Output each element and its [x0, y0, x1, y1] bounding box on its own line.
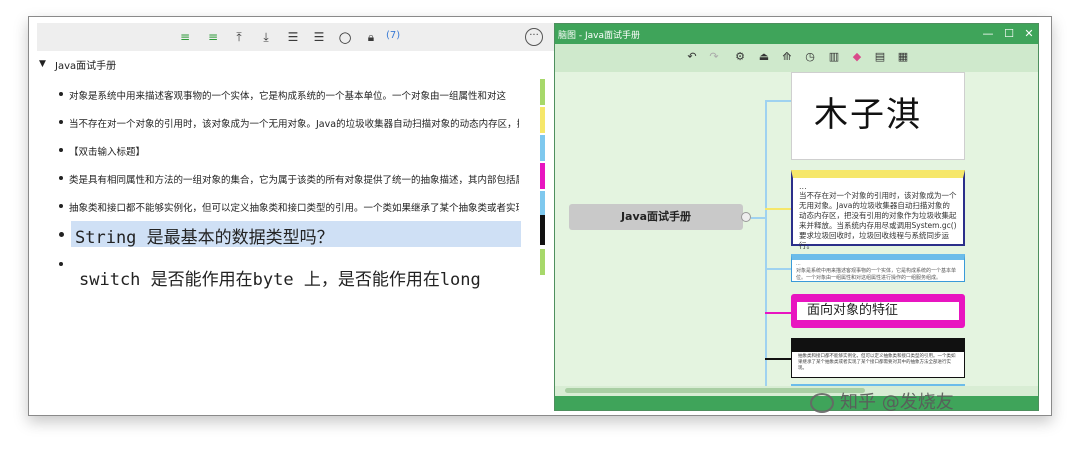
statusbar: [555, 396, 1038, 410]
wechat-icon: [810, 393, 834, 413]
color-tag: [540, 249, 545, 275]
bullet-icon[interactable]: [59, 204, 63, 208]
maximize-icon[interactable]: ☐: [1001, 26, 1017, 42]
outline-item[interactable]: 对象是系统中用来描述客观事物的一个实体，它是构成系统的一个基本单位。一个对象由一…: [55, 85, 545, 105]
close-icon[interactable]: ✕: [1021, 26, 1037, 42]
watermark-text: 知乎 @发烧友: [840, 392, 954, 413]
blue-node[interactable]: ... 对象是系统中用来描述客观事物的一个实体，它是构成系统的一个基本单位。一个…: [791, 254, 965, 282]
outline-item[interactable]: 抽象类和接口都不能够实例化，但可以定义抽象类和接口类型的引用。一个类如果继承了某…: [55, 197, 545, 217]
minimize-icon[interactable]: —: [980, 26, 996, 42]
dark-node[interactable]: 抽象类和接口都不能够实例化，但可以定义抽象类和接口类型的引用。一个类如果继承了某…: [791, 338, 965, 378]
export-icon[interactable]: ⏏: [757, 50, 771, 64]
outline-item[interactable]: 【双击输入标题】: [55, 141, 545, 161]
node-body: 对象是系统中用来描述客观事物的一个实体，它是构成系统的一个基本单位。一个对象由一…: [796, 268, 957, 281]
item-count: (7): [386, 30, 401, 41]
outline-item[interactable]: 类是具有相同属性和方法的一组对象的集合，它为属于该类的所有对象提供了统一的抽象描…: [55, 169, 545, 189]
timer-icon[interactable]: ◷: [803, 50, 817, 64]
color-tag: [540, 163, 545, 189]
outline-item[interactable]: 当不存在对一个对象的引用时，该对象成为一个无用对象。Java的垃圾收集器自动扫描…: [55, 113, 545, 133]
save-icon[interactable]: ▤: [873, 50, 887, 64]
share-icon[interactable]: ⟰: [780, 50, 794, 64]
node-title: 面向对象的特征: [797, 302, 959, 320]
color-tag: [540, 79, 545, 105]
outline-item-text[interactable]: 抽象类和接口都不能够实例化，但可以定义抽象类和接口类型的引用。一个类如果继承了某…: [69, 200, 519, 214]
collapse-knob[interactable]: [741, 212, 751, 222]
outline-item-text[interactable]: 【双击输入标题】: [69, 144, 519, 158]
outline-item[interactable]: switch 是否能作用在byte 上，是否能作用在long: [55, 255, 545, 290]
undo-icon[interactable]: ↶: [685, 50, 699, 64]
outline-item-text[interactable]: String 是最基本的数据类型吗？: [71, 221, 521, 247]
app-window: ≡ ≡ ⤒ ⤓ ☰ ☰ ○ 🔒︎ (7) ··· ▼ Java面试手册 对象是系…: [28, 16, 1052, 416]
outdent-icon[interactable]: ≡: [205, 29, 221, 45]
theme-icon[interactable]: ◆: [850, 50, 864, 64]
connector-line: [765, 358, 791, 360]
bullet-icon[interactable]: [59, 232, 64, 237]
connector-line: [765, 312, 791, 314]
lock-icon[interactable]: 🔒︎: [363, 29, 379, 45]
outline-title: Java面试手册: [55, 61, 117, 72]
window-title: 脑图 - Java面试手册: [558, 31, 640, 41]
expand-icon[interactable]: ☰: [285, 29, 301, 45]
bullet-icon[interactable]: [59, 148, 63, 152]
outline-item-text[interactable]: 对象是系统中用来描述客观事物的一个实体，它是构成系统的一个基本单位。一个对象由一…: [69, 88, 519, 102]
indent-icon[interactable]: ≡: [177, 29, 193, 45]
watermark: 知乎 @发烧友: [810, 388, 954, 414]
mindmap-window: 脑图 - Java面试手册 — ☐ ✕ ↶ ↷ ⚙ ⏏ ⟰ ◷ ▥ ◆ ▤ ▦ …: [554, 23, 1039, 411]
connector-line: [751, 217, 765, 219]
collapse-icon[interactable]: ☰: [311, 29, 327, 45]
more-icon[interactable]: ···: [525, 28, 543, 46]
bullet-icon[interactable]: [59, 262, 63, 266]
bullet-icon[interactable]: [59, 176, 63, 180]
connector-line: [765, 268, 791, 270]
signature-node[interactable]: 木子淇: [791, 72, 965, 160]
move-down-icon[interactable]: ⤓: [258, 29, 274, 45]
connector-line: [765, 208, 791, 210]
layout-icon[interactable]: ▥: [827, 50, 841, 64]
outline-toolbar: ≡ ≡ ⤒ ⤓ ☰ ☰ ○ 🔒︎ (7) ···: [37, 23, 554, 51]
mindmap-canvas[interactable]: Java面试手册 木子淇 ... 当不存在对一个对象的引用时，该对象成为一个无用…: [555, 72, 1038, 392]
outline-item-text[interactable]: switch 是否能作用在byte 上，是否能作用在long: [79, 265, 529, 290]
outline-item-text[interactable]: 当不存在对一个对象的引用时，该对象成为一个无用对象。Java的垃圾收集器自动扫描…: [69, 116, 519, 130]
color-tag: [540, 215, 545, 245]
bullet-icon[interactable]: [59, 120, 63, 124]
central-topic[interactable]: Java面试手册: [569, 204, 743, 230]
color-tag: [540, 135, 545, 161]
horizontal-scrollbar[interactable]: [555, 386, 1038, 396]
pink-node[interactable]: 面向对象的特征: [791, 294, 965, 328]
collapse-arrow-icon[interactable]: ▼: [39, 59, 46, 69]
bullet-icon[interactable]: [59, 92, 63, 96]
outline-item[interactable]: String 是最基本的数据类型吗？: [55, 221, 545, 247]
redo-icon[interactable]: ↷: [707, 50, 721, 64]
outline-item-text[interactable]: 类是具有相同属性和方法的一组对象的集合，它为属于该类的所有对象提供了统一的抽象描…: [69, 172, 519, 186]
node-body: 抽象类和接口都不能够实例化，但可以定义抽象类和接口类型的引用。一个类如果继承了某…: [798, 354, 956, 371]
color-tag: [540, 107, 545, 133]
node-body: 当不存在对一个对象的引用时，该对象成为一个无用对象。Java的垃圾收集器自动扫描…: [799, 191, 957, 250]
mindmap-toolbar: ↶ ↷ ⚙ ⏏ ⟰ ◷ ▥ ◆ ▤ ▦: [555, 44, 1038, 72]
titlebar: 脑图 - Java面试手册 — ☐ ✕: [555, 24, 1038, 44]
color-tag: [540, 191, 545, 217]
connector-trunk: [765, 100, 767, 390]
text-node[interactable]: ... 当不存在对一个对象的引用时，该对象成为一个无用对象。Java的垃圾收集器…: [791, 170, 965, 250]
connector-line: [765, 100, 791, 102]
search-icon[interactable]: ○: [337, 29, 353, 45]
settings-icon[interactable]: ⚙: [733, 50, 747, 64]
node-title: ...: [799, 182, 807, 191]
signature-image: 木子淇: [814, 95, 922, 135]
move-up-icon[interactable]: ⤒: [231, 29, 247, 45]
outline-pane: ≡ ≡ ⤒ ⤓ ☰ ☰ ○ 🔒︎ (7) ··· ▼ Java面试手册 对象是系…: [29, 17, 554, 415]
image-icon[interactable]: ▦: [896, 50, 910, 64]
